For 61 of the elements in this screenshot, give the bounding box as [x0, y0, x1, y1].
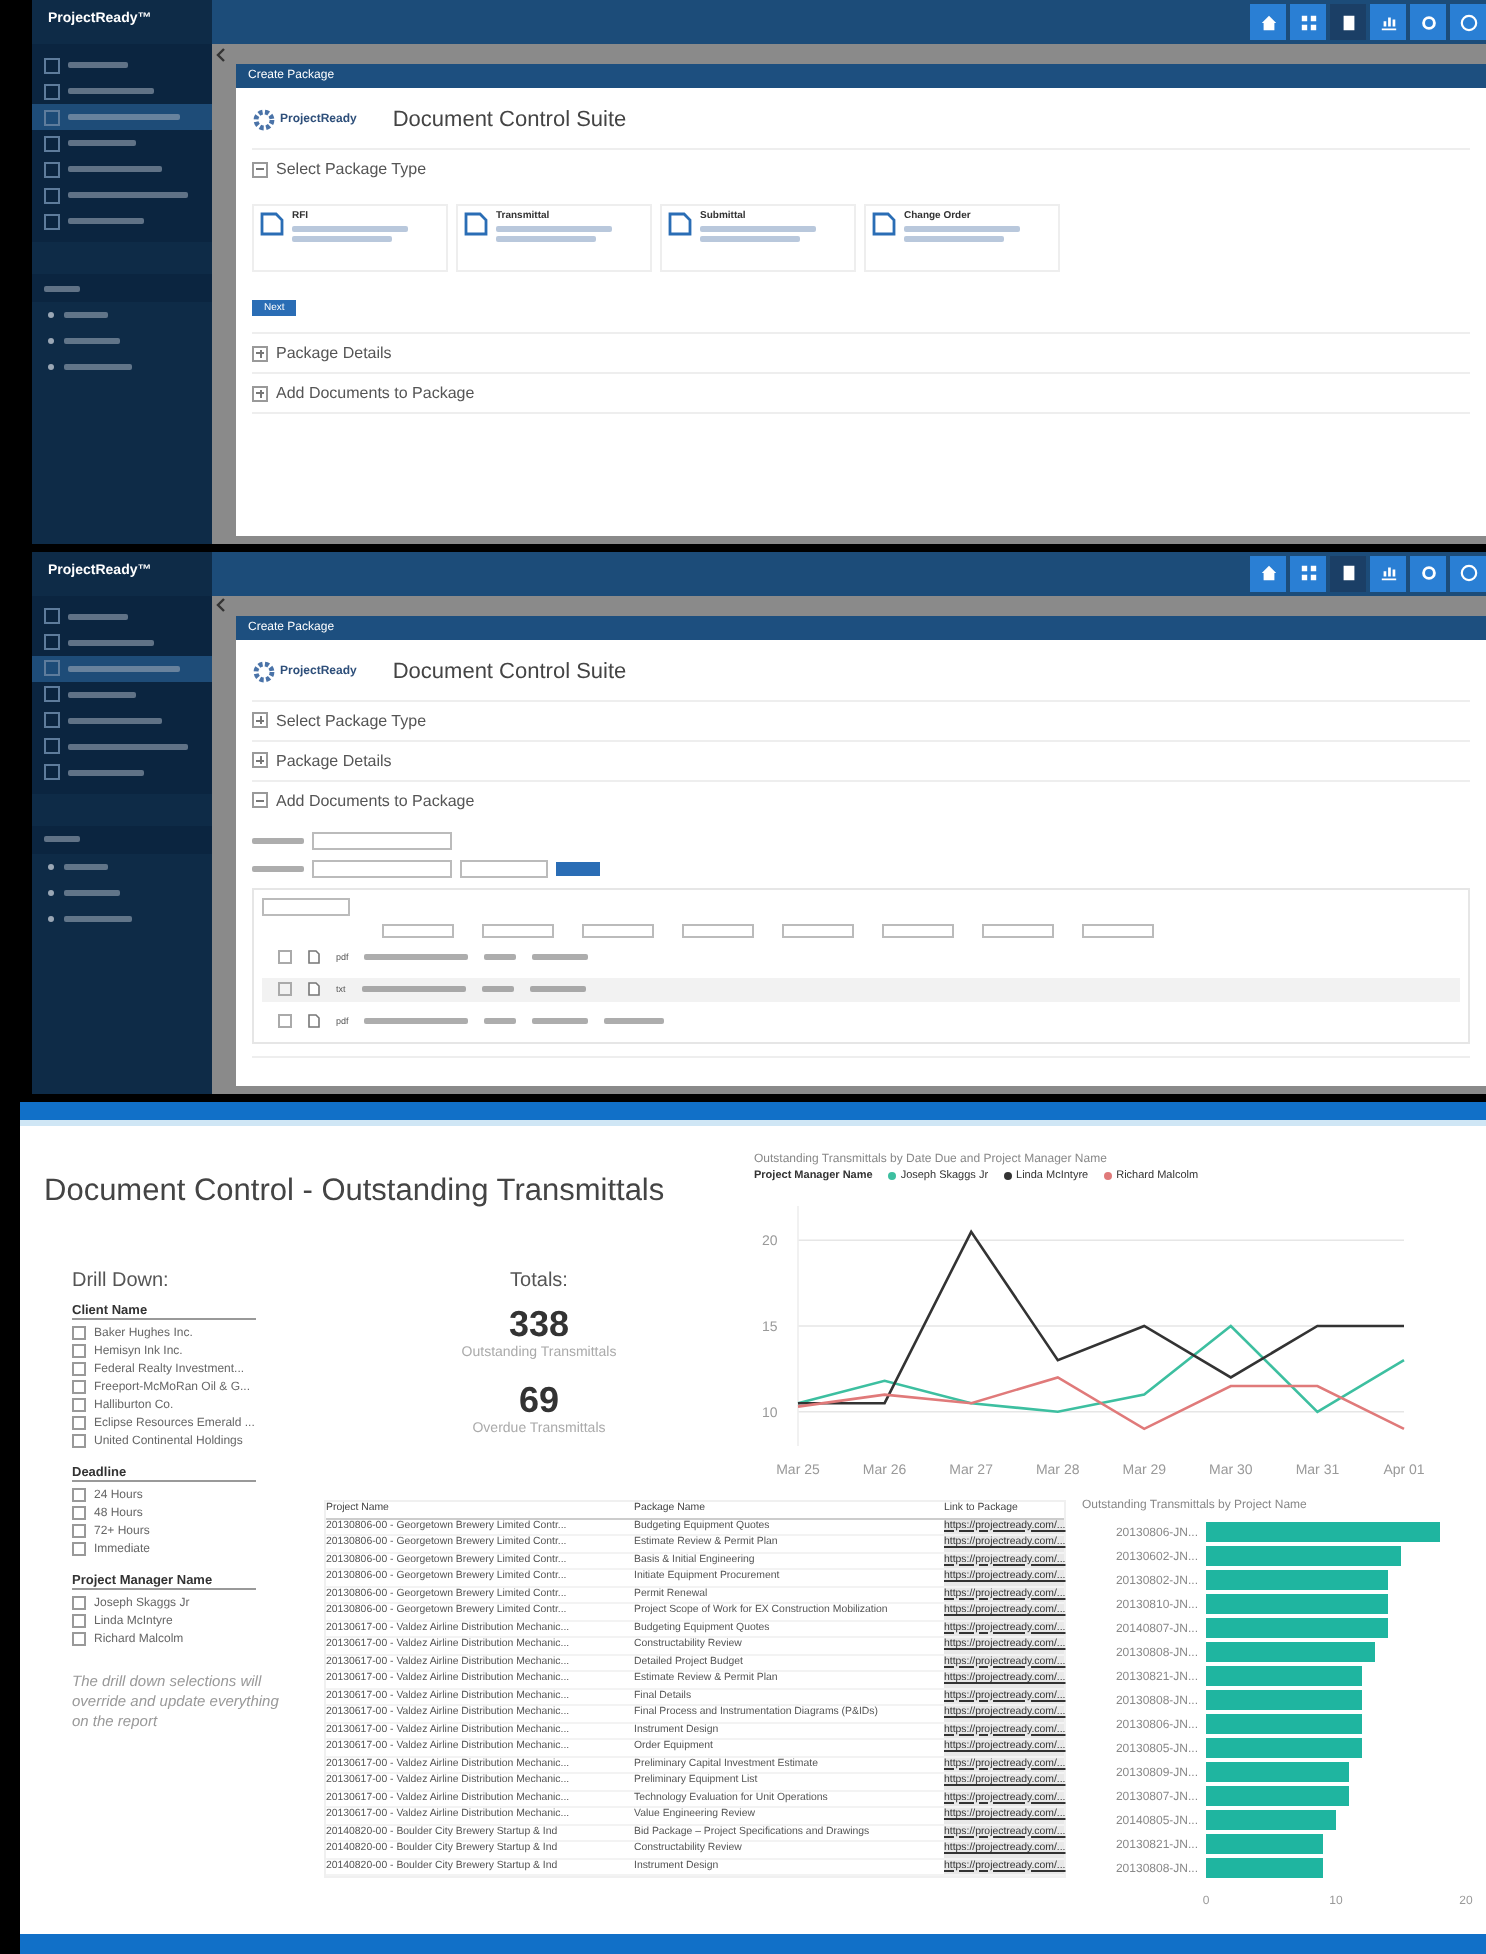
help-icon — [1459, 564, 1477, 582]
search-button[interactable] — [556, 861, 600, 875]
gear-logo-icon — [252, 108, 276, 132]
totals-heading: Totals: — [508, 1270, 570, 1292]
suite-title: Document Control Suite — [392, 108, 627, 132]
home-icon — [1259, 564, 1277, 582]
section-toggle[interactable]: Package Details — [252, 334, 392, 372]
help-icon — [1459, 13, 1477, 31]
grid-icon — [1299, 13, 1317, 31]
dropdown-field[interactable] — [312, 859, 452, 877]
row-checkbox[interactable] — [278, 1014, 292, 1028]
bar — [1206, 1858, 1323, 1878]
chart-icon — [1379, 564, 1397, 582]
bar — [1206, 1810, 1336, 1830]
file-icon — [308, 950, 320, 964]
row-checkbox[interactable] — [278, 982, 292, 996]
report-title: Document Control - Outstanding Transmittals — [44, 1172, 667, 1212]
search-field[interactable] — [460, 859, 548, 877]
home-button[interactable] — [1250, 4, 1286, 40]
chart-button[interactable] — [1370, 555, 1406, 591]
chart-icon — [1379, 13, 1397, 31]
row-checkbox[interactable] — [278, 950, 292, 964]
total-value: 338 — [506, 1304, 572, 1345]
dropdown-field[interactable] — [312, 831, 452, 849]
bar — [1206, 1786, 1349, 1806]
home-icon — [1259, 13, 1277, 31]
section-toggle[interactable]: Add Documents to Package — [252, 781, 475, 819]
file-icon — [308, 1014, 320, 1028]
building-button[interactable] — [1330, 4, 1366, 40]
chart-button[interactable] — [1370, 4, 1406, 40]
drill-down-heading: Drill Down: — [72, 1270, 171, 1292]
settings-button[interactable] — [1410, 4, 1446, 40]
grid-button[interactable] — [1290, 555, 1326, 591]
file-icon — [308, 982, 320, 996]
gear-logo-icon — [252, 659, 276, 683]
suite-title: Document Control Suite — [392, 659, 627, 683]
home-button[interactable] — [1250, 555, 1286, 591]
document-icon — [870, 210, 898, 236]
grid-button[interactable] — [1290, 4, 1326, 40]
building-button[interactable] — [1330, 555, 1366, 591]
building-icon — [1339, 564, 1357, 582]
settings-icon — [1419, 564, 1437, 582]
settings-icon — [1419, 13, 1437, 31]
section-toggle[interactable]: Add Documents to Package — [252, 374, 475, 412]
filter-field[interactable] — [262, 897, 350, 915]
settings-button[interactable] — [1410, 555, 1446, 591]
document-icon — [258, 210, 286, 236]
section-toggle[interactable]: Package Details — [252, 741, 392, 779]
help-button[interactable] — [1450, 4, 1486, 40]
grid-icon — [1299, 564, 1317, 582]
section-toggle[interactable]: Select Package Type — [252, 150, 427, 188]
document-icon — [462, 210, 490, 236]
bar — [1206, 1762, 1349, 1782]
document-icon — [666, 210, 694, 236]
total-value: 69 — [516, 1380, 562, 1421]
section-toggle[interactable]: Select Package Type — [252, 701, 427, 739]
building-icon — [1339, 13, 1357, 31]
sidebar-item[interactable] — [32, 655, 212, 681]
bar — [1206, 1834, 1323, 1854]
help-button[interactable] — [1450, 555, 1486, 591]
sidebar-item[interactable] — [32, 104, 212, 130]
